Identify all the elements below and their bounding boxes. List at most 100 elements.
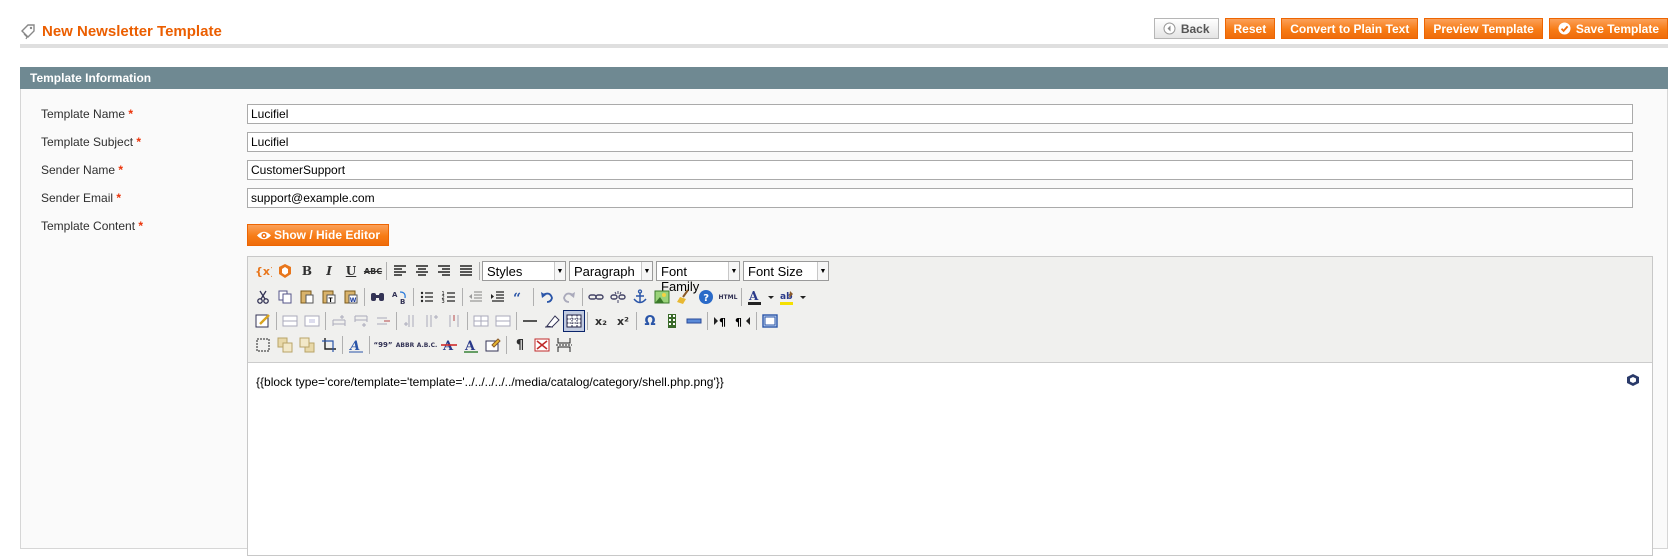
table-row-props-icon[interactable]: [279, 310, 301, 332]
align-justify-icon[interactable]: [455, 260, 477, 282]
styles-select[interactable]: Styles ▼: [482, 261, 566, 281]
template-subject-input[interactable]: [247, 132, 1633, 152]
insert-col-after-icon[interactable]: [421, 310, 443, 332]
align-left-icon[interactable]: [389, 260, 411, 282]
replace-icon[interactable]: AB: [389, 286, 411, 308]
page-break-icon[interactable]: [553, 334, 575, 356]
toolbar-separator: [516, 312, 517, 330]
remove-format-icon[interactable]: [541, 310, 563, 332]
paragraph-format-select[interactable]: Paragraph ▼: [569, 261, 653, 281]
copy-icon[interactable]: [274, 286, 296, 308]
preview-template-button[interactable]: Preview Template: [1424, 18, 1543, 39]
back-arrow-icon: [1163, 22, 1176, 35]
indent-icon[interactable]: [487, 286, 509, 308]
svg-text:“: “: [513, 291, 521, 306]
paste-text-icon[interactable]: T: [318, 286, 340, 308]
sender-name-input[interactable]: [247, 160, 1633, 180]
text-color-dropdown-icon[interactable]: [766, 286, 776, 308]
absolute-position-icon[interactable]: [318, 334, 340, 356]
visual-aid-icon[interactable]: [563, 310, 585, 332]
background-color-icon[interactable]: ab: [776, 286, 798, 308]
redo-icon[interactable]: [558, 286, 580, 308]
svg-text:A: A: [748, 289, 759, 303]
special-char-icon[interactable]: Ω: [639, 310, 661, 332]
find-icon[interactable]: [367, 286, 389, 308]
edit-icon[interactable]: [252, 310, 274, 332]
fullscreen-icon[interactable]: [759, 310, 781, 332]
editor-content-area[interactable]: {{block type='core/template='template='.…: [248, 363, 1652, 555]
page-title: New Newsletter Template: [20, 23, 222, 40]
help-icon[interactable]: ?: [695, 286, 717, 308]
align-center-icon[interactable]: [411, 260, 433, 282]
deletion-icon[interactable]: A: [438, 334, 460, 356]
media-icon[interactable]: [661, 310, 683, 332]
horizontal-rule-icon[interactable]: [519, 310, 541, 332]
insert-image-icon[interactable]: [651, 286, 673, 308]
italic-icon[interactable]: I: [318, 260, 340, 282]
svg-text:A: A: [442, 339, 454, 354]
move-backward-icon[interactable]: [296, 334, 318, 356]
acronym-icon[interactable]: A.B.C.: [416, 334, 438, 356]
bullet-list-icon[interactable]: [416, 286, 438, 308]
insertion-icon[interactable]: A: [460, 334, 482, 356]
reset-button[interactable]: Reset: [1224, 18, 1276, 39]
insert-variable-icon[interactable]: {x}: [252, 260, 274, 282]
anchor-icon[interactable]: [629, 286, 651, 308]
split-cells-icon[interactable]: [470, 310, 492, 332]
delete-col-icon[interactable]: [443, 310, 465, 332]
toolbar-separator: [386, 262, 387, 280]
nonbreaking-icon[interactable]: [531, 334, 553, 356]
show-blocks-icon[interactable]: ¶: [509, 334, 531, 356]
bold-icon[interactable]: B: [296, 260, 318, 282]
html-source-icon[interactable]: HTML: [717, 286, 739, 308]
advanced-hr-icon[interactable]: [683, 310, 705, 332]
strikethrough-icon[interactable]: ABC: [362, 260, 384, 282]
paste-word-icon[interactable]: W: [340, 286, 362, 308]
show-hide-editor-button[interactable]: Show / Hide Editor: [247, 224, 390, 246]
underline-icon[interactable]: U: [340, 260, 362, 282]
insert-layer-icon[interactable]: [252, 334, 274, 356]
insert-row-before-icon[interactable]: [328, 310, 350, 332]
merge-cells-icon[interactable]: [492, 310, 514, 332]
template-name-input[interactable]: [247, 104, 1633, 124]
subscript-icon[interactable]: x₂: [590, 310, 612, 332]
numbered-list-icon[interactable]: 123: [438, 286, 460, 308]
insert-col-before-icon[interactable]: [399, 310, 421, 332]
cleanup-icon[interactable]: [673, 286, 695, 308]
delete-row-icon[interactable]: [372, 310, 394, 332]
save-template-button[interactable]: Save Template: [1548, 18, 1668, 39]
toolbar-separator: [479, 262, 480, 280]
link-icon[interactable]: [585, 286, 607, 308]
template-subject-row: Template Subject *: [21, 132, 1667, 154]
ltr-icon[interactable]: ¶: [710, 310, 732, 332]
toolbar-separator: [756, 312, 757, 330]
paste-icon[interactable]: [296, 286, 318, 308]
font-family-select[interactable]: Font Family ▼: [656, 261, 740, 294]
undo-icon[interactable]: [536, 286, 558, 308]
move-forward-icon[interactable]: [274, 334, 296, 356]
unlink-icon[interactable]: [607, 286, 629, 308]
abbreviation-icon[interactable]: ABBR: [394, 334, 416, 356]
background-color-dropdown-icon[interactable]: [798, 286, 808, 308]
insert-row-after-icon[interactable]: [350, 310, 372, 332]
blockquote-icon[interactable]: “: [509, 286, 531, 308]
header-buttons: Back Reset Convert to Plain Text Preview…: [1153, 18, 1668, 39]
cite-icon[interactable]: “99”: [372, 334, 394, 356]
superscript-icon[interactable]: x²: [612, 310, 634, 332]
sender-email-input[interactable]: [247, 188, 1633, 208]
attributes-icon[interactable]: [482, 334, 504, 356]
insert-widget-icon[interactable]: [274, 260, 296, 282]
table-cell-props-icon[interactable]: [301, 310, 323, 332]
convert-to-plain-text-button[interactable]: Convert to Plain Text: [1281, 18, 1419, 39]
font-size-select[interactable]: Font Size ▼: [743, 261, 829, 281]
outdent-icon[interactable]: [465, 286, 487, 308]
cut-icon[interactable]: [252, 286, 274, 308]
tag-icon: [20, 23, 36, 40]
style-props-icon[interactable]: A: [345, 334, 367, 356]
rtl-icon[interactable]: ¶: [732, 310, 754, 332]
text-color-icon[interactable]: A: [744, 286, 766, 308]
widget-placeholder-icon[interactable]: [1626, 373, 1640, 387]
align-right-icon[interactable]: [433, 260, 455, 282]
wysiwyg-editor: {x} B I U ABC Styles ▼ Paragraph ▼: [247, 256, 1653, 556]
back-button[interactable]: Back: [1153, 18, 1219, 39]
